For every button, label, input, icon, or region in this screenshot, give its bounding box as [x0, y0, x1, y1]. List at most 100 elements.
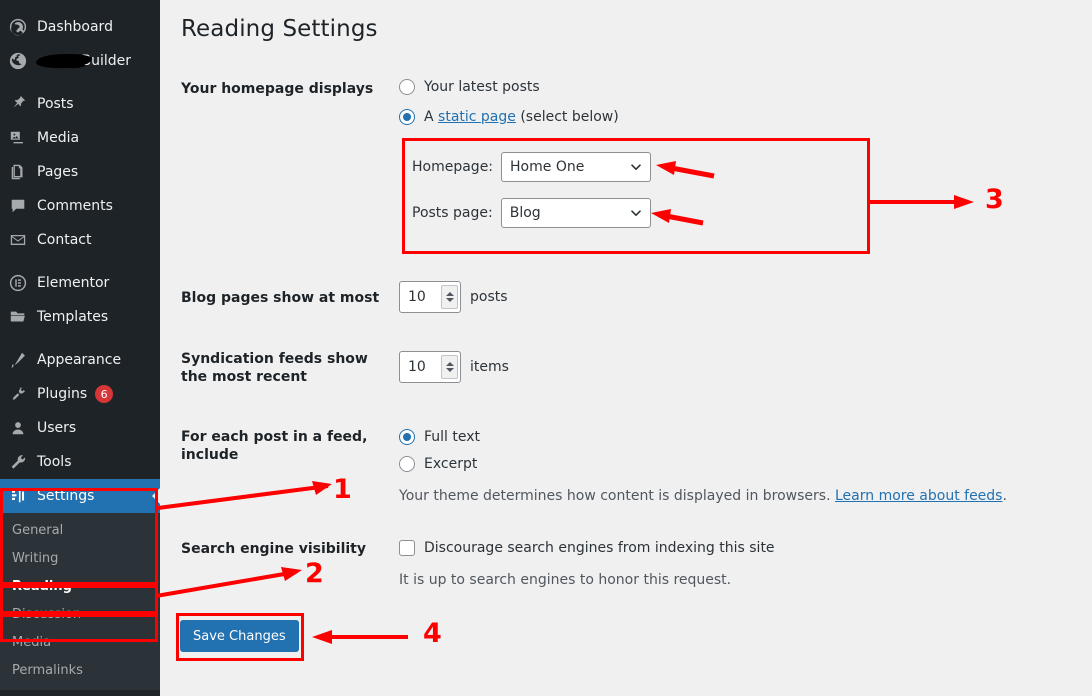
pages-icon — [8, 162, 28, 182]
brush-icon — [8, 350, 28, 370]
radio-indicator — [399, 79, 415, 95]
sidebar-item-label: Plugins — [37, 386, 88, 402]
feed-include-label: For each post in a feed, include — [181, 429, 368, 463]
settings-icon — [8, 486, 28, 506]
sidebar-item-label: Tools — [37, 454, 72, 470]
user-icon — [8, 418, 28, 438]
elementor-icon — [8, 273, 28, 293]
sidebar-item-label: Dashboard — [37, 19, 113, 35]
plugins-update-badge: 6 — [95, 385, 114, 403]
sidebar-item-label: Elementor — [37, 275, 110, 291]
homepage-displays-options: Your latest posts A static page (select … — [399, 77, 619, 127]
sidebar-item-posts[interactable]: Posts — [0, 87, 160, 121]
pin-icon — [8, 94, 28, 114]
submenu-item-label: General — [12, 522, 64, 538]
homepage-displays-label: Your homepage displays — [181, 81, 374, 97]
sidebar-item-users[interactable]: Users — [0, 411, 160, 445]
radio-static-page[interactable]: A static page (select below) — [399, 107, 619, 127]
blog-pages-input[interactable]: 10 — [399, 281, 461, 313]
homepage-select-value: Home One — [510, 159, 585, 175]
sidebar-item-label: Templates — [37, 309, 109, 325]
sidebar-item-contact[interactable]: Contact — [0, 223, 160, 257]
page-title: Reading Settings — [181, 16, 378, 42]
syndication-feeds-field: 10 items — [399, 351, 509, 383]
radio-label: Your latest posts — [424, 79, 540, 95]
sidebar-item-settings[interactable]: Settings — [0, 479, 160, 513]
sidebar-item-label: Posts — [37, 96, 74, 112]
sidebar-item-templates[interactable]: Templates — [0, 300, 160, 334]
redaction-mark — [37, 53, 68, 69]
settings-submenu: General Writing Reading Discussion Media… — [0, 513, 160, 690]
posts-page-select[interactable]: Blog — [500, 198, 651, 228]
submenu-item-permalinks[interactable]: Permalinks — [0, 656, 160, 684]
homepage-select-label: Homepage: — [412, 159, 494, 175]
radio-latest-posts[interactable]: Your latest posts — [399, 77, 619, 97]
blog-pages-stepper[interactable] — [441, 285, 458, 309]
sidebar-item-label: Comments — [37, 198, 113, 214]
globe-icon — [8, 51, 28, 71]
submenu-item-label: Reading — [12, 578, 72, 594]
submenu-item-discussion[interactable]: Discussion — [0, 600, 160, 628]
radio-indicator — [399, 456, 415, 472]
blog-pages-label: Blog pages show at most — [181, 290, 380, 306]
sidebar-item-dashboard[interactable]: Dashboard — [0, 10, 160, 44]
search-visibility-field: Discourage search engines from indexing … — [399, 538, 775, 588]
syndication-feeds-value: 10 — [408, 359, 426, 375]
static-page-link[interactable]: static page — [438, 109, 516, 125]
sidebar-item-tools[interactable]: Tools — [0, 445, 160, 479]
stepper-down-icon — [445, 298, 454, 302]
sidebar-item-comments[interactable]: Comments — [0, 189, 160, 223]
homepage-select[interactable]: Home One — [501, 152, 652, 182]
blog-pages-unit: posts — [470, 289, 508, 305]
submenu-item-general[interactable]: General — [0, 516, 160, 544]
submenu-item-reading[interactable]: Reading — [0, 572, 160, 600]
homepage-select-row: Homepage: Home One — [412, 152, 652, 182]
plug-icon — [8, 384, 28, 404]
sidebar-item-pages[interactable]: Pages — [0, 155, 160, 189]
save-changes-wrapper: Save Changes — [180, 620, 299, 652]
search-visibility-help: It is up to search engines to honor this… — [399, 572, 732, 588]
radio-label: A static page (select below) — [424, 109, 619, 125]
radio-label: Excerpt — [424, 456, 478, 472]
syndication-feeds-stepper[interactable] — [441, 355, 458, 379]
feed-help-text: Your theme determines how content is dis… — [399, 488, 1007, 504]
sidebar-item-label: Contact — [37, 232, 92, 248]
feed-include-options: Full text Excerpt Your theme determines … — [399, 427, 1007, 504]
search-visibility-label: Search engine visibility — [181, 541, 366, 557]
wrench-icon — [8, 452, 28, 472]
submenu-item-writing[interactable]: Writing — [0, 544, 160, 572]
learn-more-feeds-link[interactable]: Learn more about feeds — [835, 488, 1002, 504]
discourage-search-engines-row[interactable]: Discourage search engines from indexing … — [399, 538, 775, 558]
discourage-search-engines-checkbox[interactable] — [399, 540, 415, 556]
blog-pages-field: 10 posts — [399, 281, 508, 313]
comments-icon — [8, 196, 28, 216]
posts-page-select-value: Blog — [509, 205, 541, 221]
sidebar-item-label: u Builder — [37, 53, 131, 69]
sidebar-item-label: Settings — [37, 488, 95, 504]
sidebar-item-appearance[interactable]: Appearance — [0, 343, 160, 377]
menu-separator — [0, 334, 160, 343]
stepper-up-icon — [445, 362, 454, 366]
sidebar-item-elementor[interactable]: Elementor — [0, 266, 160, 300]
submenu-item-label: Writing — [12, 550, 59, 566]
blog-pages-value: 10 — [408, 289, 426, 305]
chevron-down-icon — [631, 164, 641, 170]
radio-excerpt[interactable]: Excerpt — [399, 454, 1007, 474]
sidebar-item-media[interactable]: Media — [0, 121, 160, 155]
save-changes-button[interactable]: Save Changes — [180, 620, 299, 652]
static-page-selects: Homepage: Home One Posts page: Blog — [412, 152, 652, 244]
syndication-feeds-label: Syndication feeds show the most recent — [181, 351, 368, 385]
radio-label: Full text — [424, 429, 481, 445]
checkbox-label: Discourage search engines from indexing … — [424, 540, 775, 556]
syndication-feeds-unit: items — [470, 359, 509, 375]
submenu-item-label: Discussion — [12, 606, 82, 622]
main-content: Reading Settings Your homepage displays … — [160, 0, 1092, 696]
sidebar-item-builder[interactable]: u Builder — [0, 44, 160, 78]
syndication-feeds-input[interactable]: 10 — [399, 351, 461, 383]
stepper-up-icon — [445, 292, 454, 296]
submenu-item-media[interactable]: Media — [0, 628, 160, 656]
radio-full-text[interactable]: Full text — [399, 427, 1007, 447]
sidebar-item-plugins[interactable]: Plugins 6 — [0, 377, 160, 411]
sidebar-item-label: Pages — [37, 164, 79, 180]
menu-separator — [0, 257, 160, 266]
